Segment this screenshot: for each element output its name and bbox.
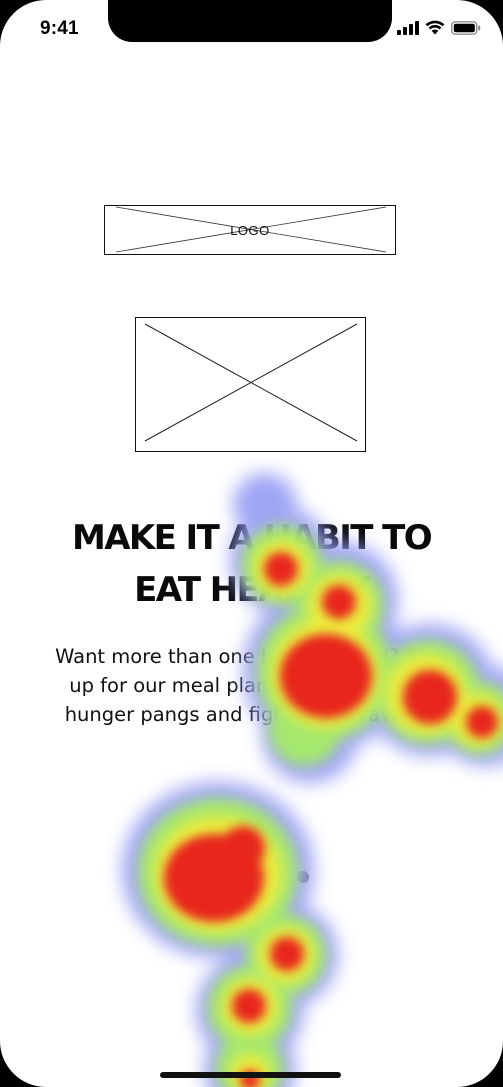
device-notch <box>108 0 392 42</box>
headline: MAKE IT A HABIT TO EAT HEALTHY <box>20 512 483 616</box>
phone-screen: 9:41 LOGO MAKE IT A HABIT TO EAT HEALTHY… <box>0 0 503 1087</box>
body-line-2: up for our meal plans and avoid daily <box>69 674 434 697</box>
status-bar: 9:41 <box>0 0 503 56</box>
logo-placeholder: LOGO <box>104 205 396 255</box>
body-line-1: Want more than one healthy meal? Sign <box>55 645 448 668</box>
pager-dot-2[interactable] <box>262 871 274 883</box>
signal-icon <box>397 20 419 35</box>
home-indicator[interactable] <box>160 1072 341 1078</box>
headline-line-1: MAKE IT A HABIT TO <box>71 518 433 558</box>
body-copy: Want more than one healthy meal? Sign up… <box>20 642 483 729</box>
status-icons <box>397 20 481 35</box>
logo-label: LOGO <box>230 222 270 238</box>
pager-dot-3[interactable] <box>297 871 309 883</box>
heat-layer-mid-lower <box>138 798 326 1087</box>
pager-dots <box>0 871 503 885</box>
hero-image-placeholder <box>135 317 366 452</box>
wifi-icon <box>425 20 445 35</box>
heat-layer-cool-lower <box>122 782 338 1087</box>
headline-line-2: EAT HEALTHY <box>134 570 370 610</box>
heat-layer-hot-lower <box>164 826 304 1087</box>
body-line-3: hunger pangs and fight your cravings. <box>64 703 439 726</box>
pager-dot-1[interactable] <box>231 871 243 883</box>
status-time: 9:41 <box>40 18 79 39</box>
battery-icon <box>451 20 481 35</box>
heat-layer-warm-lower <box>154 816 314 1087</box>
